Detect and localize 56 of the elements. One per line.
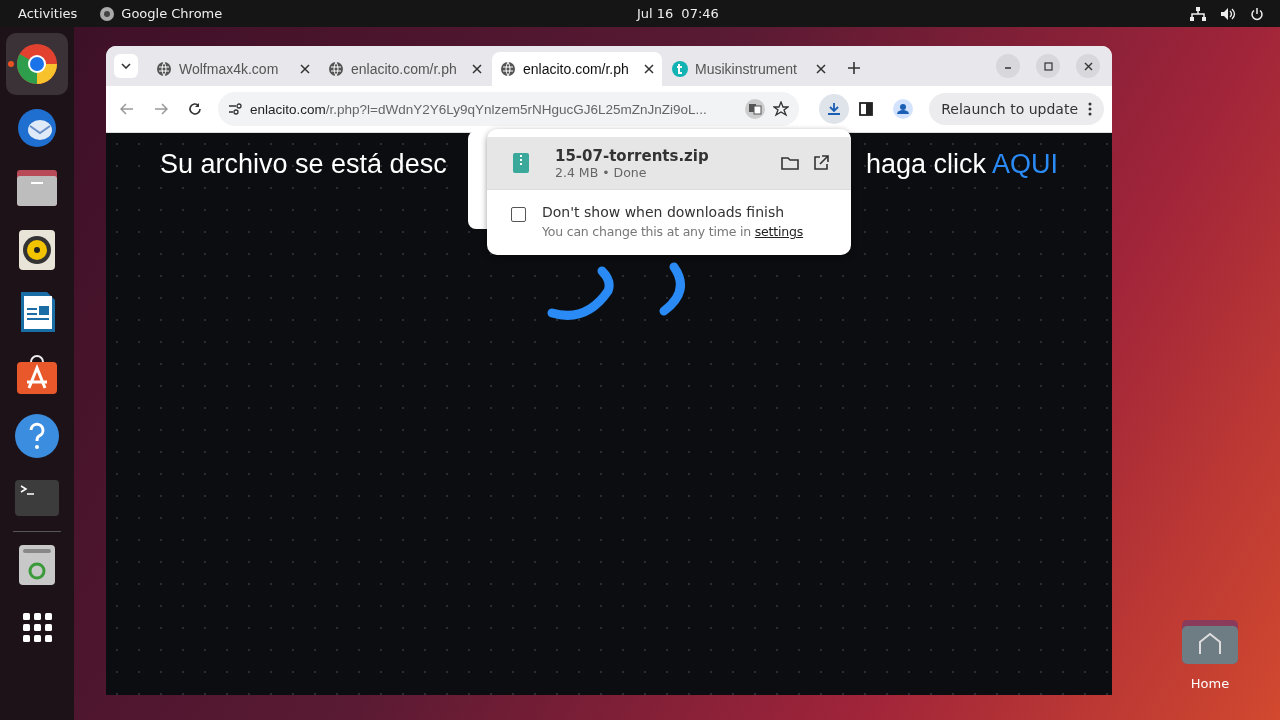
close-tab-icon[interactable] [816, 64, 826, 74]
close-icon [1083, 61, 1093, 71]
browser-tab[interactable]: enlacito.com/r.ph [492, 52, 662, 86]
checkbox[interactable] [511, 207, 526, 222]
reload-icon[interactable] [188, 102, 202, 116]
app-menu[interactable]: Google Chrome [121, 6, 223, 21]
desktop-icon-label: Home [1190, 676, 1230, 691]
folder-icon[interactable] [781, 156, 799, 170]
dock-item[interactable] [6, 33, 68, 95]
hint-text: You can change this at any time in [542, 224, 751, 239]
star-icon[interactable] [773, 101, 790, 117]
file-name: 15-07-torrents.zip [555, 146, 710, 165]
globe-icon [500, 61, 516, 77]
close-tab-icon[interactable] [472, 64, 482, 74]
more-icon [1088, 102, 1092, 116]
settings-link[interactable]: settings [754, 224, 804, 239]
zip-file-icon [513, 153, 529, 173]
browser-tab[interactable]: Wolfmax4k.com [148, 52, 318, 86]
back-icon[interactable] [120, 102, 134, 116]
address-bar[interactable]: enlacito.com/r.php?l=dWdnY2Y6Ly9qYnlzem5rNHgucGJ6L25mZnJnZi9oL... [218, 92, 800, 126]
downloads-button[interactable] [819, 94, 850, 124]
heading-text: haga click [865, 149, 986, 179]
browser-tab[interactable]: enlacito.com/r.ph [320, 52, 490, 86]
file-status: 2.4 MB • Done [555, 164, 648, 180]
close-button[interactable] [1076, 54, 1100, 78]
help-icon [13, 412, 61, 460]
desktop-icon[interactable]: Home [1182, 618, 1238, 691]
site-settings-icon[interactable] [228, 103, 242, 115]
chevron-down-icon [121, 63, 131, 69]
close-tab-icon[interactable] [644, 64, 654, 74]
close-tab-icon[interactable] [300, 64, 310, 74]
maximize-button[interactable] [1036, 54, 1060, 78]
download-icon [827, 102, 842, 116]
site-logo-icon [672, 61, 688, 77]
clock[interactable]: Jul 16 07:46 [637, 6, 719, 21]
activities-button[interactable]: Activities [18, 6, 78, 21]
open-external-icon[interactable] [813, 155, 829, 171]
relaunch-button[interactable]: Relaunch to update [929, 93, 1104, 125]
forward-icon[interactable] [154, 102, 168, 116]
browser-tab[interactable]: Musikinstrument [664, 52, 834, 86]
volume-icon[interactable] [1220, 6, 1236, 21]
translate-icon[interactable] [745, 99, 766, 119]
heading-text: Su archivo se está desc [160, 149, 447, 180]
network-icon[interactable] [1190, 6, 1206, 21]
maximize-icon [1043, 61, 1053, 71]
power-icon[interactable] [1250, 6, 1264, 21]
profile-icon[interactable] [893, 99, 914, 119]
globe-icon [328, 61, 344, 77]
download-item[interactable]: 15-07-torrents.zip 2.4 MB • Done [487, 137, 851, 189]
new-tab-icon[interactable] [848, 62, 860, 74]
side-panel-icon[interactable] [859, 102, 874, 116]
home-folder-icon [1182, 618, 1238, 666]
globe-icon [156, 61, 172, 77]
checkbox-label: Don't show when downloads finish [542, 204, 786, 220]
download-link[interactable]: AQUI [992, 149, 1058, 179]
tab-search-button[interactable] [114, 54, 138, 78]
